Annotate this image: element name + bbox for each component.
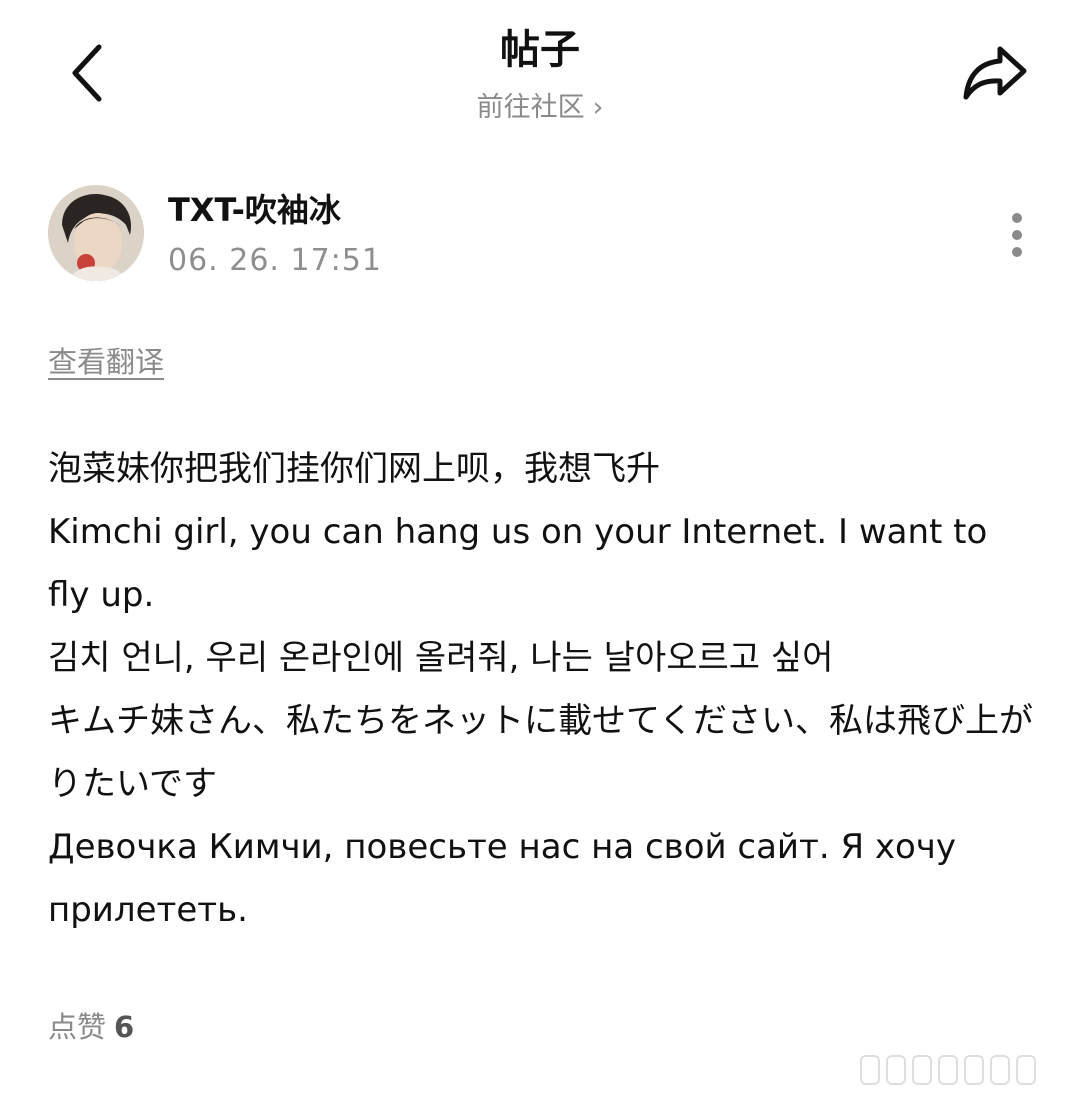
community-link-label: 前往社区 [476, 92, 585, 123]
more-dots-icon [1012, 213, 1022, 223]
share-arrow-icon [963, 46, 1027, 100]
more-options-button[interactable] [995, 205, 1039, 265]
likes-label: 点赞 [48, 1010, 107, 1044]
likes-count: 6 [114, 1010, 135, 1044]
share-button[interactable] [955, 38, 1035, 108]
post-text-line: Девочка Кимчи, повесьте нас на свой сайт… [48, 827, 957, 930]
watermark-glyph [860, 1055, 880, 1085]
go-to-community-link[interactable]: 前往社区 › [0, 88, 1080, 128]
header-bar: 帖子 前往社区 › [0, 0, 1080, 140]
page-title: 帖子 [500, 27, 580, 73]
more-dot [1012, 230, 1022, 240]
view-translation-link[interactable]: 查看翻译 [48, 340, 164, 384]
post-text-line: キムチ妹さん、私たちをネットに載せてください、私は飛び上がりたいです [48, 701, 1033, 804]
author-name[interactable]: TXT-吹袖冰 [168, 188, 341, 232]
likes-button[interactable]: 点赞 6 [48, 1005, 134, 1049]
chevron-right-icon: › [592, 92, 604, 123]
watermark-glyph [990, 1055, 1010, 1085]
watermark-glyph [938, 1055, 958, 1085]
avatar-photo [48, 185, 144, 281]
post-text-line: 泡菜妹你把我们挂你们网上呗，我想飞升 [48, 449, 660, 489]
watermark [860, 1050, 1060, 1090]
watermark-glyph [1016, 1055, 1036, 1085]
watermark-glyph [912, 1055, 932, 1085]
watermark-glyph [964, 1055, 984, 1085]
author-avatar[interactable] [48, 185, 144, 281]
post-timestamp: 06. 26. 17:51 [168, 243, 382, 278]
watermark-glyph [886, 1055, 906, 1085]
post-text-line: Kimchi girl, you can hang us on your Int… [48, 512, 988, 615]
post-body: 泡菜妹你把我们挂你们网上呗，我想飞升 Kimchi girl, you can … [48, 438, 1038, 942]
post-text-line: 김치 언니, 우리 온라인에 올려줘, 나는 날아오르고 싶어 [48, 638, 834, 678]
more-dot [1012, 247, 1022, 257]
